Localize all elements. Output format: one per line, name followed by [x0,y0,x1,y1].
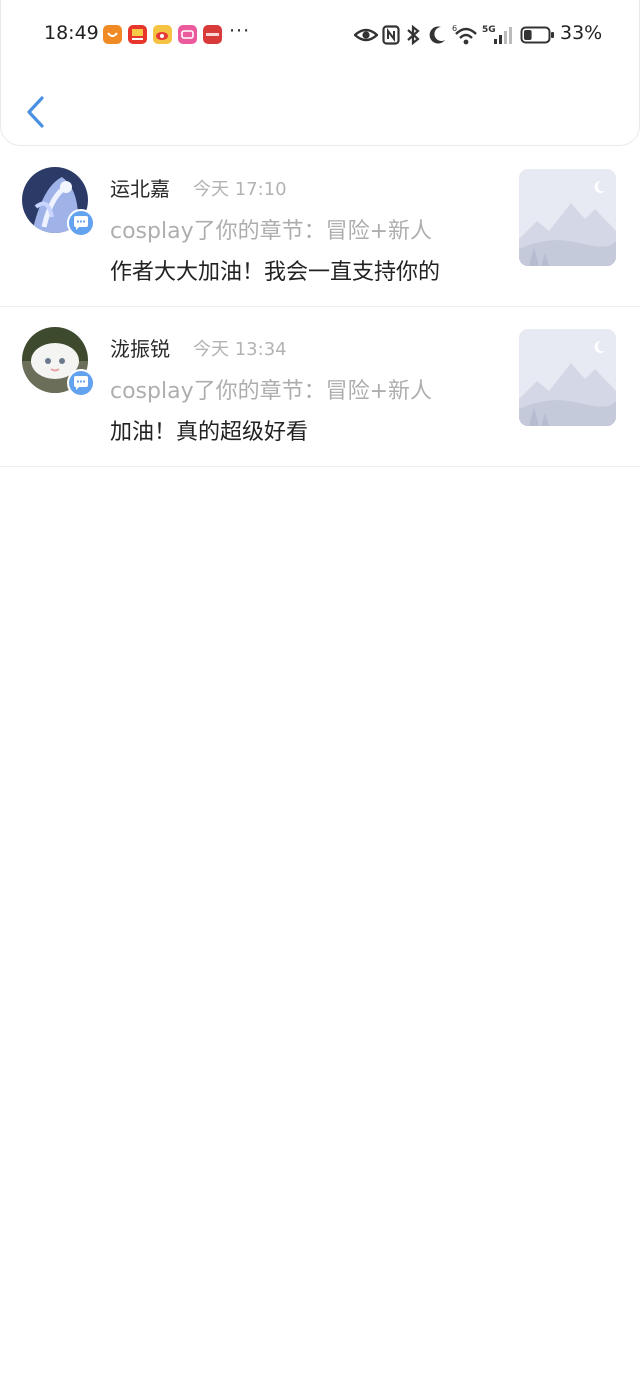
wifi-icon: 6 [452,24,477,45]
username[interactable]: 运北嘉 [110,173,170,202]
moon-icon [429,26,445,44]
app-icon-huawei [203,25,222,44]
status-bar: 18:49 ··· 6 5G 33% [1,0,640,70]
list-item[interactable]: 泷振锐 今天 13:34 cosplay了你的章节：冒险+新人 加油！真的超级好… [0,307,640,467]
placeholder-landscape-icon [519,169,616,266]
app-icon-pink [178,25,197,44]
chapter-thumbnail[interactable] [519,169,616,266]
header: 18:49 ··· 6 5G 33% [0,0,640,146]
svg-text:5G: 5G [482,25,496,35]
eye-icon [354,28,378,42]
list-item[interactable]: 运北嘉 今天 17:10 cosplay了你的章节：冒险+新人 作者大大加油！我… [0,147,640,307]
app-icon-orange [103,25,122,44]
action-text: cosplay了你的章节：冒险+新人 [110,379,433,404]
comment-text: 加油！真的超级好看 [110,420,309,445]
comment-badge-icon [67,369,95,397]
message-list: 运北嘉 今天 17:10 cosplay了你的章节：冒险+新人 作者大大加油！我… [0,147,640,467]
battery-icon [520,26,554,44]
battery-percent: 33% [560,22,603,44]
comment-text: 作者大大加油！我会一直支持你的 [110,260,441,285]
nfc-icon [382,25,400,45]
app-icon-weibo [153,25,172,44]
signal-icon: 5G [482,25,512,44]
chapter-thumbnail[interactable] [519,329,616,426]
screen: 18:49 ··· 6 5G 33% 运北嘉 今天 17:10 cosplay了… [0,0,640,1387]
timestamp: 今天 13:34 [193,339,287,360]
bluetooth-icon [407,24,420,46]
app-icon-red-news [128,25,147,44]
action-text: cosplay了你的章节：冒险+新人 [110,219,433,244]
placeholder-landscape-icon [519,329,616,426]
back-button[interactable] [21,92,53,132]
more-notifications-icon: ··· [229,20,251,42]
svg-text:6: 6 [452,24,457,33]
status-time: 18:49 [44,22,99,44]
username[interactable]: 泷振锐 [110,333,170,362]
comment-badge-icon [67,209,95,237]
chevron-left-icon [27,96,44,128]
timestamp: 今天 17:10 [193,179,287,200]
